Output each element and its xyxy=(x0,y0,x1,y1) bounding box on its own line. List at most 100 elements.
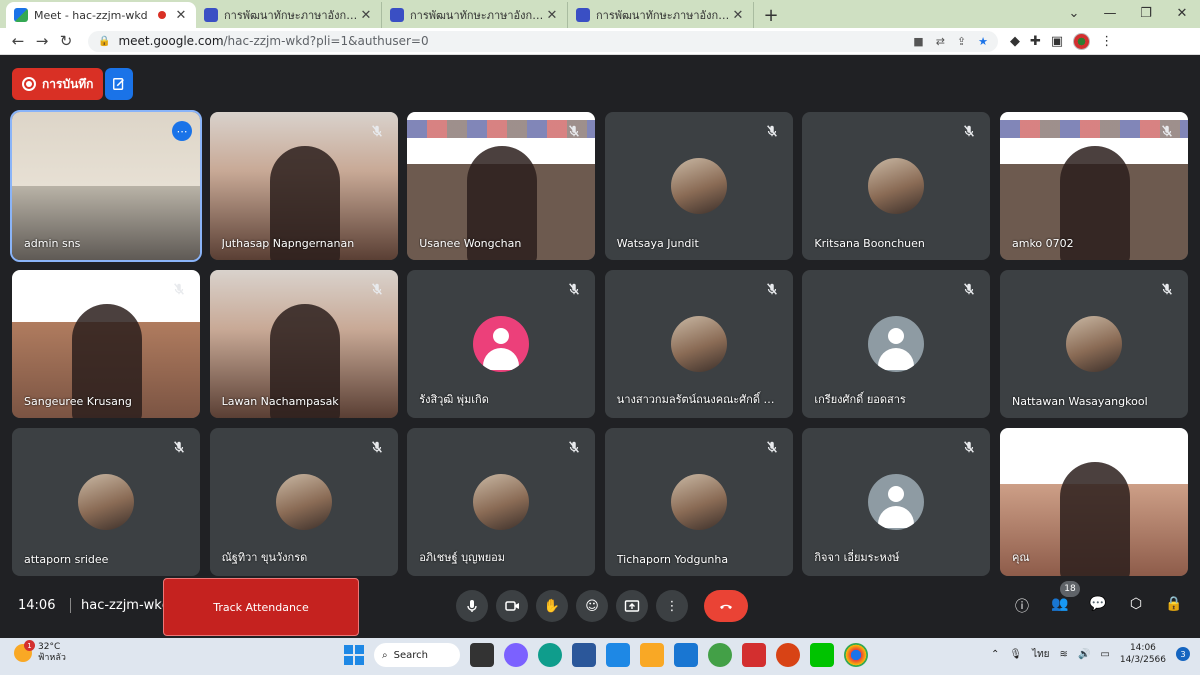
browser-tab[interactable]: การพัฒนาทักษะภาษาอังกฤษ English✕ xyxy=(382,2,568,28)
participant-name: Watsaya Jundit xyxy=(616,237,699,250)
participant-name: Usanee Wongchan xyxy=(419,237,522,250)
line-app-icon[interactable] xyxy=(810,643,834,667)
mic-off-icon xyxy=(567,124,581,138)
l-app-icon[interactable] xyxy=(606,643,630,667)
participant-tile[interactable]: กิจจา เอี่ยมระหงษ์ xyxy=(802,428,991,576)
powerpoint-icon[interactable] xyxy=(776,643,800,667)
participant-avatar xyxy=(670,474,727,530)
browser-tab[interactable]: Meet - hac-zzjm-wkd ✕ xyxy=(6,2,196,28)
participant-tile[interactable]: Usanee Wongchan xyxy=(407,112,596,260)
word-icon[interactable] xyxy=(572,643,596,667)
tray-mic-icon[interactable]: 🎙 xyxy=(1009,649,1022,660)
raise-hand-button[interactable]: ✋ xyxy=(536,590,568,622)
browser-menu-icon[interactable]: ⋮ xyxy=(1100,34,1113,49)
record-icon xyxy=(22,77,36,91)
forward-button[interactable]: → xyxy=(30,32,54,50)
translate-icon[interactable]: ⇄ xyxy=(936,35,945,48)
extensions-puzzle-icon[interactable]: ✚ xyxy=(1030,34,1041,49)
participant-avatar xyxy=(670,316,727,372)
weather-widget[interactable]: 1 32°C ฟ้าหลัว xyxy=(14,640,66,664)
participant-tile[interactable]: ณัฐทิวา ขุนวังกรด xyxy=(209,428,398,576)
chat-icon[interactable]: 💬 xyxy=(1088,596,1108,616)
participant-tile[interactable]: Nattawan Wasayangkool xyxy=(1000,270,1188,418)
participant-tile[interactable]: ⋯ admin sns xyxy=(10,110,202,262)
emoji-icon: ☺ xyxy=(585,598,599,614)
bookmark-star-icon[interactable]: ★ xyxy=(978,35,988,48)
windows-start-icon[interactable] xyxy=(344,645,364,665)
participant-tile[interactable]: คุณ xyxy=(1000,428,1188,576)
camera-button[interactable] xyxy=(496,590,528,622)
host-controls-icon[interactable]: 🔒 xyxy=(1164,596,1184,616)
participant-name: ณัฐทิวา ขุนวังกรด xyxy=(221,551,308,564)
close-tab-icon[interactable]: ✕ xyxy=(359,8,373,23)
more-options-button[interactable]: ⋮ xyxy=(656,590,688,622)
docs-icon xyxy=(204,8,218,22)
close-tab-icon[interactable]: ✕ xyxy=(174,8,188,23)
close-window-button[interactable]: ✕ xyxy=(1164,6,1200,21)
notification-badge[interactable]: 3 xyxy=(1176,647,1190,661)
minimize-button[interactable]: — xyxy=(1092,6,1128,21)
participant-tile[interactable]: รังสิวุฒิ พุ่มเกิด xyxy=(407,270,596,418)
tray-overflow-icon[interactable]: ⌃ xyxy=(991,649,999,660)
address-bar[interactable]: 🔒 meet.google.com /hac-zzjm-wkd?pli=1&au… xyxy=(88,30,998,52)
notes-button[interactable] xyxy=(105,68,133,100)
participant-name: Nattawan Wasayangkool xyxy=(1012,395,1148,408)
tile-menu-icon[interactable]: ⋯ xyxy=(172,121,192,141)
participant-name: คุณ xyxy=(1012,551,1030,564)
participant-tile[interactable]: Watsaya Jundit xyxy=(604,112,793,260)
tab-search-icon[interactable]: ⌄ xyxy=(1056,6,1092,21)
people-icon[interactable]: 👥 xyxy=(1050,596,1070,616)
participant-tile[interactable]: เกรียงศักดิ์ ยอดสาร xyxy=(802,270,991,418)
acrobat-icon[interactable] xyxy=(742,643,766,667)
present-button[interactable] xyxy=(616,590,648,622)
recording-indicator[interactable]: การบันทึก xyxy=(12,68,104,100)
participant-tile[interactable]: attaporn sridee xyxy=(12,428,200,576)
mic-off-icon xyxy=(765,440,779,454)
share-icon[interactable]: ⇪ xyxy=(957,35,966,48)
new-tab-button[interactable]: + xyxy=(758,2,784,28)
reload-button[interactable]: ↻ xyxy=(54,32,78,50)
mic-off-icon xyxy=(765,124,779,138)
participant-tile[interactable]: Sangeuree Krusang xyxy=(12,270,200,418)
volume-icon[interactable]: 🔊 xyxy=(1078,649,1090,660)
reactions-button[interactable]: ☺ xyxy=(576,590,608,622)
participant-tile[interactable]: อภิเชษฐ์ บุญพยอม xyxy=(407,428,596,576)
participant-tile[interactable]: Lawan Nachampasak xyxy=(209,270,398,418)
browser-tab[interactable]: การพัฒนาทักษะภาษาอังกฤษ English✕ xyxy=(568,2,754,28)
microphone-button[interactable] xyxy=(456,590,488,622)
windows-taskbar: 1 32°C ฟ้าหลัว ⌕ Search ⌃ 🎙 ไทย ≋ 🔊 ▭ 14:… xyxy=(0,638,1200,675)
teams-chat-icon[interactable] xyxy=(504,643,528,667)
leave-call-button[interactable] xyxy=(704,590,748,622)
mail-icon[interactable] xyxy=(674,643,698,667)
battery-icon[interactable]: ▭ xyxy=(1100,649,1109,660)
meeting-info-icon[interactable]: ⓘ xyxy=(1012,596,1032,616)
edge-icon[interactable] xyxy=(538,643,562,667)
participant-tile[interactable]: Tichaporn Yodgunha xyxy=(604,428,793,576)
camera-permission-icon[interactable]: ■ xyxy=(913,35,923,48)
close-tab-icon[interactable]: ✕ xyxy=(731,8,745,23)
chrome-alt-icon[interactable] xyxy=(708,643,732,667)
browser-tab[interactable]: การพัฒนาทักษะภาษาอังกฤษ English✕ xyxy=(196,2,382,28)
taskbar-clock[interactable]: 14:06 14/3/2566 xyxy=(1120,642,1166,666)
taskbar-search[interactable]: ⌕ Search xyxy=(374,643,460,667)
close-tab-icon[interactable]: ✕ xyxy=(545,8,559,23)
language-indicator[interactable]: ไทย xyxy=(1032,647,1049,662)
participant-tile[interactable]: Juthasap Napngernanan xyxy=(209,112,398,260)
participant-tile[interactable]: นางสาวกมลรัตน์ถนงคณะศักดิ์ -๑... xyxy=(604,270,793,418)
task-view-icon[interactable] xyxy=(470,643,494,667)
participant-tile[interactable]: amko 0702 xyxy=(1000,112,1188,260)
maximize-button[interactable]: ❐ xyxy=(1128,6,1164,21)
extensions-area: ◆ ✚ ▣ ⋮ xyxy=(1010,32,1113,50)
file-explorer-icon[interactable] xyxy=(640,643,664,667)
wifi-icon[interactable]: ≋ xyxy=(1060,649,1068,660)
side-panel-icon[interactable]: ▣ xyxy=(1051,34,1063,49)
extension-icon[interactable]: ◆ xyxy=(1010,34,1020,49)
meeting-code: hac-zzjm-wkd xyxy=(70,598,170,613)
participant-name: Sangeuree Krusang xyxy=(24,395,132,408)
back-button[interactable]: ← xyxy=(6,32,30,50)
chrome-icon[interactable] xyxy=(844,643,868,667)
activities-icon[interactable]: ⬡ xyxy=(1126,596,1146,616)
participant-tile[interactable]: Kritsana Boonchuen xyxy=(802,112,991,260)
track-attendance-button[interactable]: Track Attendance xyxy=(163,578,359,636)
profile-avatar[interactable] xyxy=(1073,32,1091,50)
